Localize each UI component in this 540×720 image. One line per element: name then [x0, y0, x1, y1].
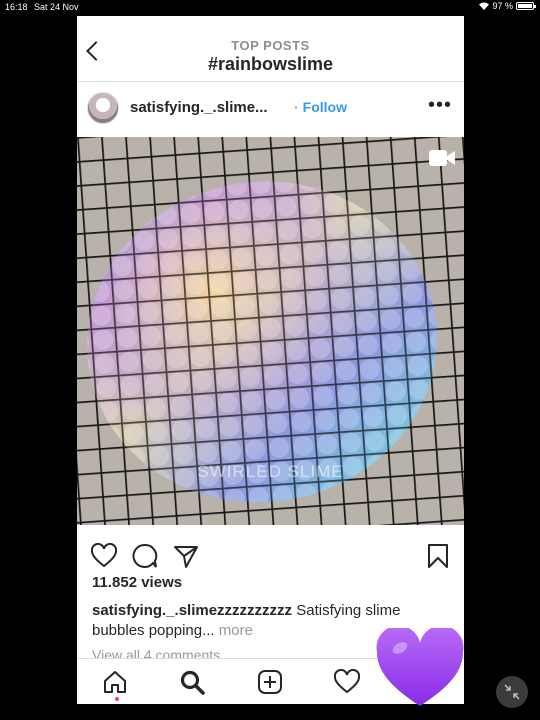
home-icon[interactable]: [102, 669, 128, 695]
add-post-icon[interactable]: [257, 669, 283, 695]
activity-heart-icon[interactable]: [334, 669, 360, 695]
battery-fill: [518, 4, 532, 8]
battery-percent: 97 %: [492, 1, 513, 11]
separator-dot: ·: [294, 99, 299, 115]
search-icon[interactable]: [179, 669, 205, 695]
avatar[interactable]: [87, 92, 119, 124]
follow-label: Follow: [302, 99, 347, 115]
top-bar: TOP POSTS #rainbowslime: [77, 16, 464, 82]
bookmark-icon[interactable]: [425, 543, 451, 569]
caption-username[interactable]: satisfying._.slimezzzzzzzzzz: [92, 602, 292, 619]
post-username[interactable]: satisfying._.slime...: [130, 99, 268, 116]
status-date: Sat 24 Nov: [34, 2, 79, 12]
views-count[interactable]: 11.852 views: [92, 574, 182, 591]
post-header: satisfying._.slime... · Follow •••: [77, 82, 464, 137]
status-bar: 16:18 Sat 24 Nov 97 %: [0, 0, 540, 14]
instagram-app: TOP POSTS #rainbowslime satisfying._.sli…: [77, 16, 464, 704]
follow-button[interactable]: · Follow: [294, 99, 347, 115]
caption-more-link[interactable]: more: [215, 622, 253, 639]
video-camera-icon: [429, 150, 455, 166]
wifi-icon: [479, 2, 490, 10]
status-time: 16:18: [5, 2, 28, 12]
post-actions: [77, 525, 464, 581]
home-notification-dot: [115, 697, 119, 701]
paper-plane-icon[interactable]: [173, 543, 199, 569]
media-watermark: SWIRLED SLIME: [197, 462, 344, 481]
minimize-icon: [504, 684, 520, 700]
heart-icon[interactable]: [91, 543, 117, 569]
status-right: 97 %: [479, 1, 536, 11]
post-media[interactable]: SWIRLED SLIME: [77, 137, 464, 525]
battery-icon: [516, 2, 536, 10]
page-title: #rainbowslime: [207, 54, 334, 74]
minimize-button[interactable]: [496, 676, 528, 708]
comment-icon[interactable]: [132, 543, 158, 569]
ellipsis-icon[interactable]: •••: [428, 94, 452, 117]
page-kicker: TOP POSTS: [231, 38, 310, 53]
purple-heart-emoji: [376, 628, 464, 706]
